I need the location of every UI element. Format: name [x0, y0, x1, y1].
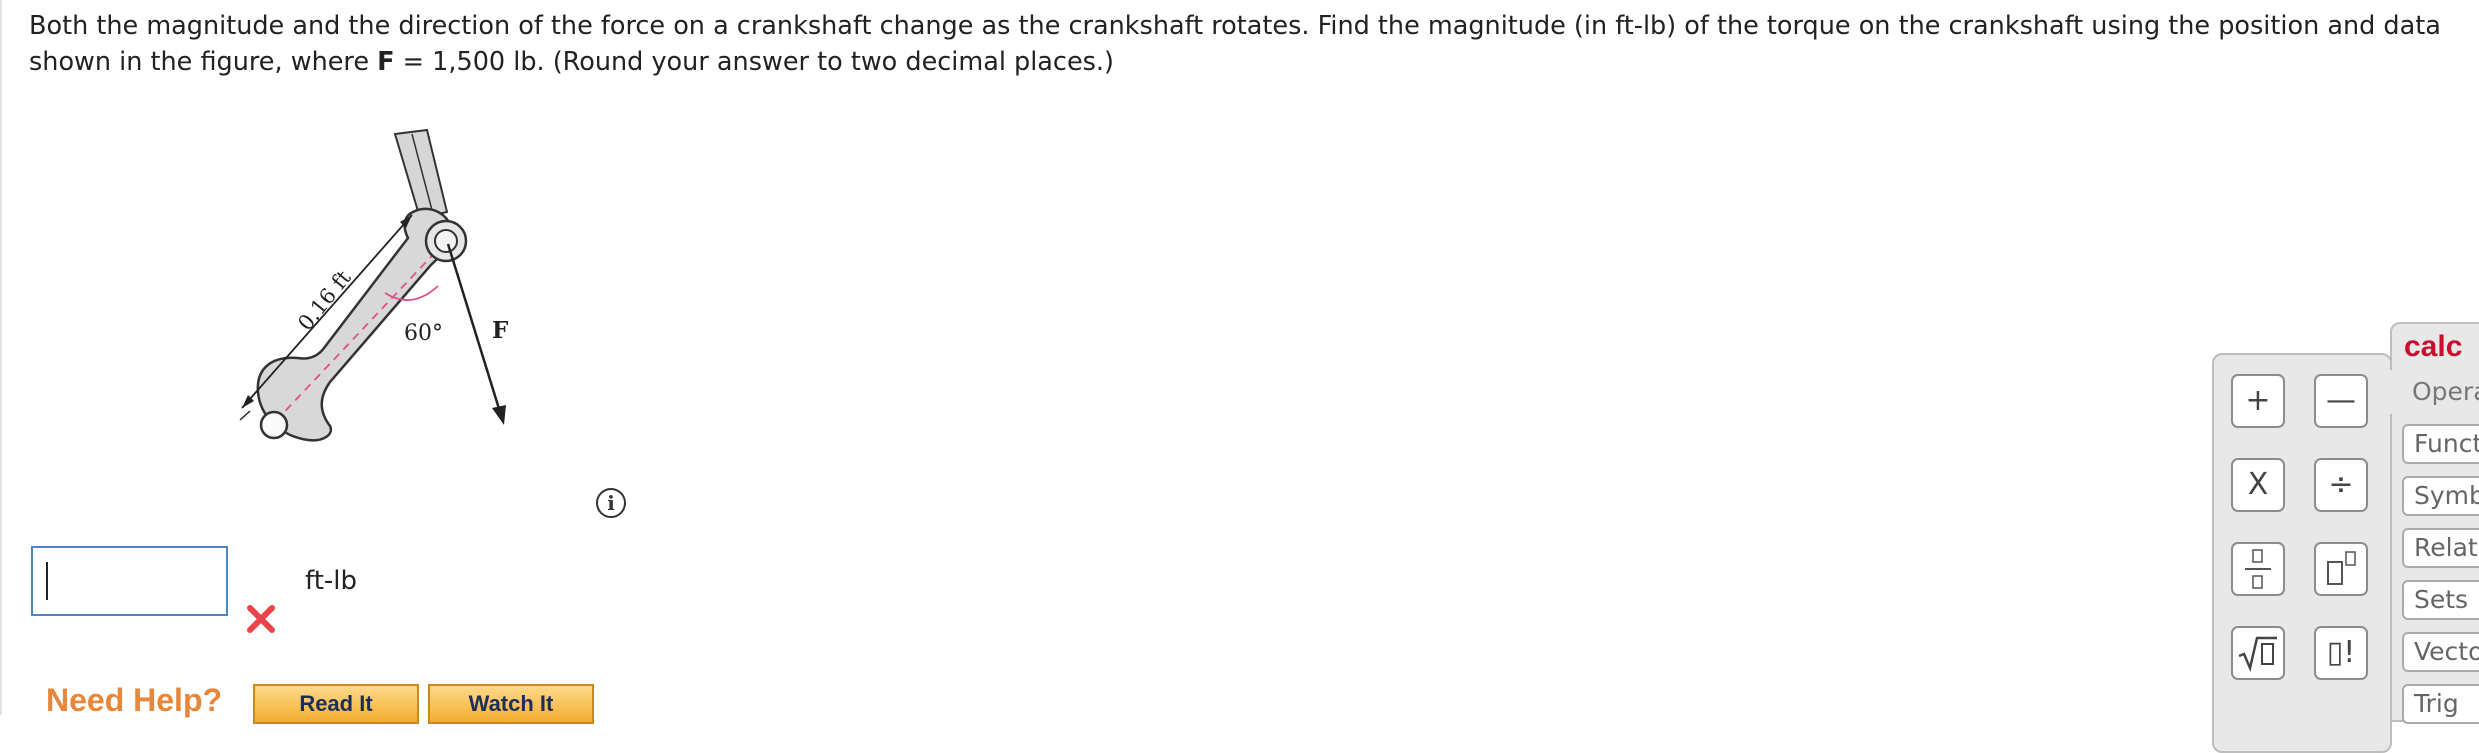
sqrt-icon: [2238, 636, 2277, 672]
need-help-title: Need Help?: [46, 682, 223, 718]
tab-symbols[interactable]: Symb: [2402, 476, 2479, 516]
incorrect-x-icon: [247, 605, 275, 633]
force-label: F: [492, 317, 509, 344]
question-part2: = 1,500 lb. (Round your answer to two de…: [394, 47, 1114, 77]
tab-sets[interactable]: Sets: [2402, 580, 2479, 620]
angle-label: 60°: [404, 321, 443, 346]
plus-key[interactable]: +: [2231, 374, 2285, 428]
factorial-key[interactable]: ▯!: [2314, 626, 2368, 680]
left-border: [0, 0, 2, 715]
connecting-rod: [393, 128, 449, 220]
watch-it-button[interactable]: Watch It: [428, 684, 594, 724]
force-symbol: F: [377, 47, 395, 77]
tab-vectors[interactable]: Vecto: [2402, 632, 2479, 672]
fraction-key[interactable]: [2231, 542, 2285, 596]
fraction-icon: [2245, 549, 2271, 589]
tab-relations[interactable]: Relati: [2402, 528, 2479, 568]
calculator-title: calc: [2404, 330, 2463, 363]
answer-input[interactable]: [31, 546, 228, 616]
unit-label: ft-lb: [305, 566, 357, 596]
power-key[interactable]: [2314, 542, 2368, 596]
sqrt-key[interactable]: [2231, 626, 2285, 680]
power-icon: [2327, 551, 2356, 585]
read-it-button[interactable]: Read It: [253, 684, 419, 724]
tab-functions[interactable]: Funct: [2402, 424, 2479, 464]
divide-key[interactable]: ÷: [2314, 458, 2368, 512]
tab-trig[interactable]: Trig: [2402, 684, 2479, 724]
info-icon[interactable]: i: [596, 488, 626, 518]
times-key[interactable]: X: [2231, 458, 2285, 512]
question-text: Both the magnitude and the direction of …: [29, 8, 2449, 80]
minus-key[interactable]: —: [2314, 374, 2368, 428]
text-caret: [46, 562, 48, 600]
crankshaft-figure: 0.16 ft 60° F: [239, 128, 509, 442]
tab-operations[interactable]: Opera: [2390, 370, 2479, 414]
